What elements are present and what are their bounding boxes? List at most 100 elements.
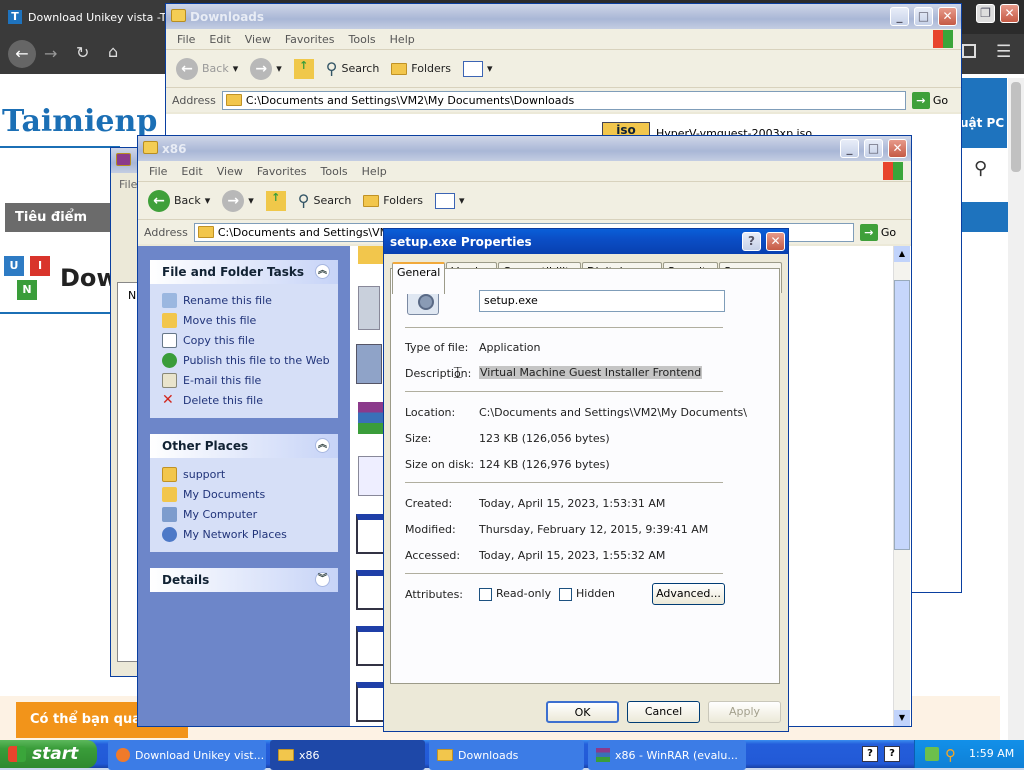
address-field[interactable]: C:\Documents and Settings\VM2\My Documen… xyxy=(221,90,906,110)
menu-favorites[interactable]: Favorites xyxy=(278,33,342,46)
folders-button[interactable]: Folders xyxy=(359,192,427,209)
folders-button[interactable]: Folders xyxy=(387,60,455,77)
file-icon[interactable] xyxy=(356,682,386,722)
filename-field[interactable]: setup.exe xyxy=(479,290,725,312)
back-arrow-icon[interactable]: ← xyxy=(8,40,36,68)
winrar-col-header[interactable]: N xyxy=(128,289,136,302)
search-tray-icon[interactable]: ⚲ xyxy=(945,746,956,764)
reload-icon[interactable]: ↻ xyxy=(76,43,89,62)
browser-scrollbar[interactable] xyxy=(1008,78,1024,740)
ok-button[interactable]: OK xyxy=(546,701,619,723)
search-button[interactable]: ⚲ Search xyxy=(294,189,356,212)
place-my-computer[interactable]: My Computer xyxy=(162,504,338,524)
help-tray-icon[interactable]: ? xyxy=(862,746,878,762)
setup-file-icon[interactable] xyxy=(358,456,386,496)
go-button[interactable]: → Go xyxy=(911,91,948,109)
browser-tab[interactable]: T Download Unikey vista -Tải v xyxy=(0,0,170,34)
close-icon[interactable]: ✕ xyxy=(888,139,907,158)
hidden-checkbox[interactable]: Hidden xyxy=(559,587,615,601)
go-button[interactable]: → Go xyxy=(859,223,896,241)
expand-icon[interactable]: ︾ xyxy=(315,572,330,587)
menu-edit[interactable]: Edit xyxy=(174,165,209,178)
details-header[interactable]: Details ︾ xyxy=(150,568,338,592)
tab-general[interactable]: General xyxy=(392,262,446,294)
search-icon[interactable]: ⚲ xyxy=(974,158,987,179)
close-icon[interactable]: ✕ xyxy=(766,232,785,251)
collapse-icon[interactable]: ︽ xyxy=(315,264,330,279)
network-icon[interactable] xyxy=(925,747,939,761)
scroll-thumb[interactable] xyxy=(894,280,910,550)
home-icon[interactable]: ⌂ xyxy=(108,42,118,61)
task-copy[interactable]: Copy this file xyxy=(162,330,338,350)
file-icon[interactable] xyxy=(356,514,386,554)
cancel-button[interactable]: Cancel xyxy=(627,701,700,723)
task-downloads[interactable]: Downloads xyxy=(429,740,584,770)
task-publish[interactable]: Publish this file to the Web xyxy=(162,350,338,370)
highlight-tab[interactable]: Tiêu điểm xyxy=(5,203,110,232)
places-header[interactable]: Other Places ︽ xyxy=(150,434,338,458)
restore-icon[interactable]: ❐ xyxy=(976,4,995,23)
forward-button[interactable]: → ▾ xyxy=(218,188,258,214)
description-value[interactable]: Virtual Machine Guest Installer Frontend xyxy=(479,366,703,379)
views-button[interactable]: ▾ xyxy=(459,59,497,79)
up-button[interactable]: ↑ xyxy=(290,57,318,81)
close-icon[interactable]: ✕ xyxy=(1000,4,1019,23)
menu-view[interactable]: View xyxy=(238,33,278,46)
help-tray-icon-2[interactable]: ? xyxy=(884,746,900,762)
task-email[interactable]: E-mail this file xyxy=(162,370,338,390)
help-icon[interactable]: ? xyxy=(742,232,761,251)
x86-titlebar[interactable]: x86 _ □ ✕ xyxy=(138,136,911,161)
task-winrar[interactable]: x86 - WinRAR (evalu... xyxy=(588,740,746,770)
maximize-icon[interactable]: □ xyxy=(914,7,933,26)
menu-edit[interactable]: Edit xyxy=(202,33,237,46)
place-support[interactable]: support xyxy=(162,464,338,484)
properties-titlebar[interactable]: setup.exe Properties ? ✕ xyxy=(384,229,788,254)
sidebar-icon[interactable] xyxy=(962,44,976,58)
menu-file[interactable]: File xyxy=(170,33,202,46)
winrar-menu[interactable]: File xyxy=(119,178,137,191)
menu-file[interactable]: File xyxy=(142,165,174,178)
close-icon[interactable]: ✕ xyxy=(938,7,957,26)
up-button[interactable]: ↑ xyxy=(262,189,290,213)
file-icon[interactable] xyxy=(358,246,384,264)
task-browser[interactable]: Download Unikey vist... xyxy=(108,740,266,770)
file-icon[interactable] xyxy=(356,570,386,610)
task-rename[interactable]: Rename this file xyxy=(162,290,338,310)
nav-right-label[interactable]: uật PC xyxy=(960,116,1004,130)
menu-help[interactable]: Help xyxy=(383,33,422,46)
collapse-icon[interactable]: ︽ xyxy=(315,438,330,453)
forward-button[interactable]: → ▾ xyxy=(246,56,286,82)
start-button[interactable]: start xyxy=(0,740,97,768)
advanced-button[interactable]: Advanced... xyxy=(652,583,725,605)
maximize-icon[interactable]: □ xyxy=(864,139,883,158)
task-move[interactable]: Move this file xyxy=(162,310,338,330)
site-logo[interactable]: Taimienp xyxy=(2,104,157,139)
minimize-icon[interactable]: _ xyxy=(890,7,909,26)
downloads-titlebar[interactable]: Downloads _ □ ✕ xyxy=(166,4,961,29)
file-icon[interactable] xyxy=(356,626,386,666)
task-x86[interactable]: x86 xyxy=(270,740,425,770)
place-network[interactable]: My Network Places xyxy=(162,524,338,544)
search-button[interactable]: ⚲ Search xyxy=(322,57,384,80)
minimize-icon[interactable]: _ xyxy=(840,139,859,158)
vertical-scrollbar[interactable]: ▲ ▼ xyxy=(893,246,910,726)
menu-help[interactable]: Help xyxy=(355,165,394,178)
scroll-up-icon[interactable]: ▲ xyxy=(894,246,910,262)
forward-arrow-icon[interactable]: → xyxy=(44,44,57,63)
views-button[interactable]: ▾ xyxy=(431,191,469,211)
back-button[interactable]: ← Back ▾ xyxy=(172,56,242,82)
back-button[interactable]: ← Back ▾ xyxy=(144,188,214,214)
task-delete[interactable]: ✕ Delete this file xyxy=(162,390,338,410)
menu-view[interactable]: View xyxy=(210,165,250,178)
place-my-documents[interactable]: My Documents xyxy=(162,484,338,504)
file-icon[interactable] xyxy=(358,286,380,330)
scroll-down-icon[interactable]: ▼ xyxy=(894,710,910,726)
readonly-checkbox[interactable]: Read-only xyxy=(479,587,551,601)
menu-tools[interactable]: Tools xyxy=(314,165,355,178)
winrar-file-icon[interactable] xyxy=(358,402,384,434)
menu-icon[interactable]: ☰ xyxy=(996,42,1011,62)
tasks-header[interactable]: File and Folder Tasks ︽ xyxy=(150,260,338,284)
menu-tools[interactable]: Tools xyxy=(342,33,383,46)
file-icon[interactable] xyxy=(356,344,382,384)
menu-favorites[interactable]: Favorites xyxy=(250,165,314,178)
